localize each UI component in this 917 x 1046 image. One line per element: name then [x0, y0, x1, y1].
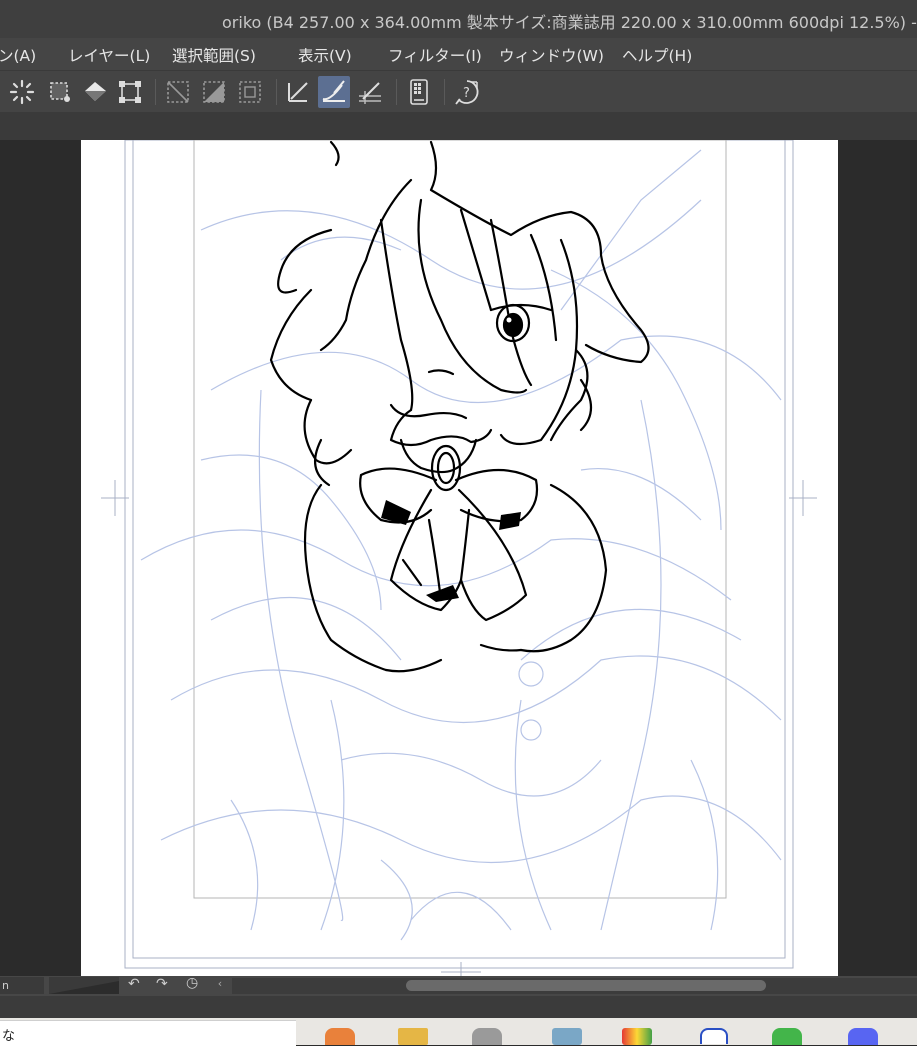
app-taskbar-icon[interactable] [472, 1028, 502, 1045]
menu-window[interactable]: ウィンドウ(W) [499, 44, 604, 66]
undo-icon[interactable]: ↶ [128, 976, 140, 992]
special-ruler-snap-icon [322, 80, 345, 102]
grid-snap-icon [359, 82, 381, 104]
zoom-value: n [2, 979, 9, 992]
toolbar-separator [396, 79, 397, 105]
ruler-snap-icon [288, 82, 308, 102]
discord-taskbar-icon[interactable] [848, 1028, 878, 1045]
taskbar-search[interactable]: な [0, 1020, 296, 1046]
canvas-page[interactable] [81, 140, 838, 976]
tab-bar [0, 112, 917, 140]
horizontal-scroll-track[interactable] [232, 978, 917, 994]
zoom-slider[interactable] [49, 977, 119, 994]
menu-animation[interactable]: ン(A) [0, 44, 36, 66]
invert-selection-button[interactable] [234, 76, 266, 108]
menu-filter[interactable]: フィルター(I) [388, 44, 482, 66]
toolbar-separator [444, 79, 445, 105]
navigator-bar: n ↶ ↷ ◷ ‹ [0, 975, 917, 996]
menu-view[interactable]: 表示(V) [298, 44, 352, 66]
toolbar-separator [155, 79, 156, 105]
paint-taskbar-icon[interactable] [622, 1028, 652, 1045]
status-bar [0, 996, 917, 1018]
deselect-button[interactable] [44, 76, 76, 108]
taskbar-search-text: な [2, 1029, 16, 1044]
scroll-left-icon[interactable]: ‹ [212, 977, 228, 994]
menu-help[interactable]: ヘルプ(H) [622, 44, 692, 66]
document-taskbar-icon[interactable] [552, 1028, 582, 1045]
help-icon: ? [455, 80, 479, 105]
snap-to-grid-button[interactable] [354, 76, 386, 108]
title-bar: oriko (B4 257.00 x 364.00mm 製本サイズ:商業誌用 2… [0, 0, 917, 38]
device-icon [410, 79, 428, 105]
menu-bar: ン(A) レイヤー(L) 選択範囲(S) 表示(V) フィルター(I) ウィンド… [0, 38, 917, 70]
redo-icon[interactable]: ↷ [156, 976, 168, 992]
command-bar: ? [0, 70, 917, 113]
zoom-slider-track [49, 981, 119, 994]
transform-icon [119, 81, 141, 103]
zoom-field[interactable]: n [0, 977, 44, 994]
transform-button[interactable] [114, 76, 146, 108]
clear-icon [167, 81, 189, 103]
fill-selection-button[interactable] [198, 76, 230, 108]
rotate-reset-icon[interactable]: ◷ [186, 975, 198, 991]
fill-selection-icon [203, 81, 225, 103]
clear-outside-button[interactable] [162, 76, 194, 108]
invert-selection-icon [239, 81, 261, 103]
snap-to-special-ruler-button[interactable] [318, 76, 350, 108]
window-title: oriko (B4 257.00 x 364.00mm 製本サイズ:商業誌用 2… [222, 13, 917, 32]
taskbar: な [0, 1018, 917, 1046]
horizontal-scroll-thumb[interactable] [406, 980, 766, 991]
search-app-taskbar-icon[interactable] [700, 1028, 728, 1044]
snap-to-ruler-button[interactable] [282, 76, 314, 108]
help-button[interactable]: ? [451, 76, 483, 108]
device-button[interactable] [403, 76, 435, 108]
menu-selection[interactable]: 選択範囲(S) [172, 44, 256, 66]
folder-taskbar-icon[interactable] [398, 1028, 428, 1045]
canvas-workspace[interactable] [0, 140, 917, 976]
fill-button[interactable] [80, 76, 112, 108]
svg-text:?: ? [463, 86, 470, 101]
select-all-icon [9, 79, 35, 105]
menu-layer[interactable]: レイヤー(L) [68, 44, 150, 66]
canvas-artwork [101, 140, 817, 976]
toolbar-separator [276, 79, 277, 105]
fill-icon [85, 82, 106, 101]
deselect-icon [50, 82, 70, 102]
browser-taskbar-icon[interactable] [325, 1028, 355, 1045]
chat-taskbar-icon[interactable] [772, 1028, 802, 1045]
select-all-button[interactable] [6, 76, 38, 108]
